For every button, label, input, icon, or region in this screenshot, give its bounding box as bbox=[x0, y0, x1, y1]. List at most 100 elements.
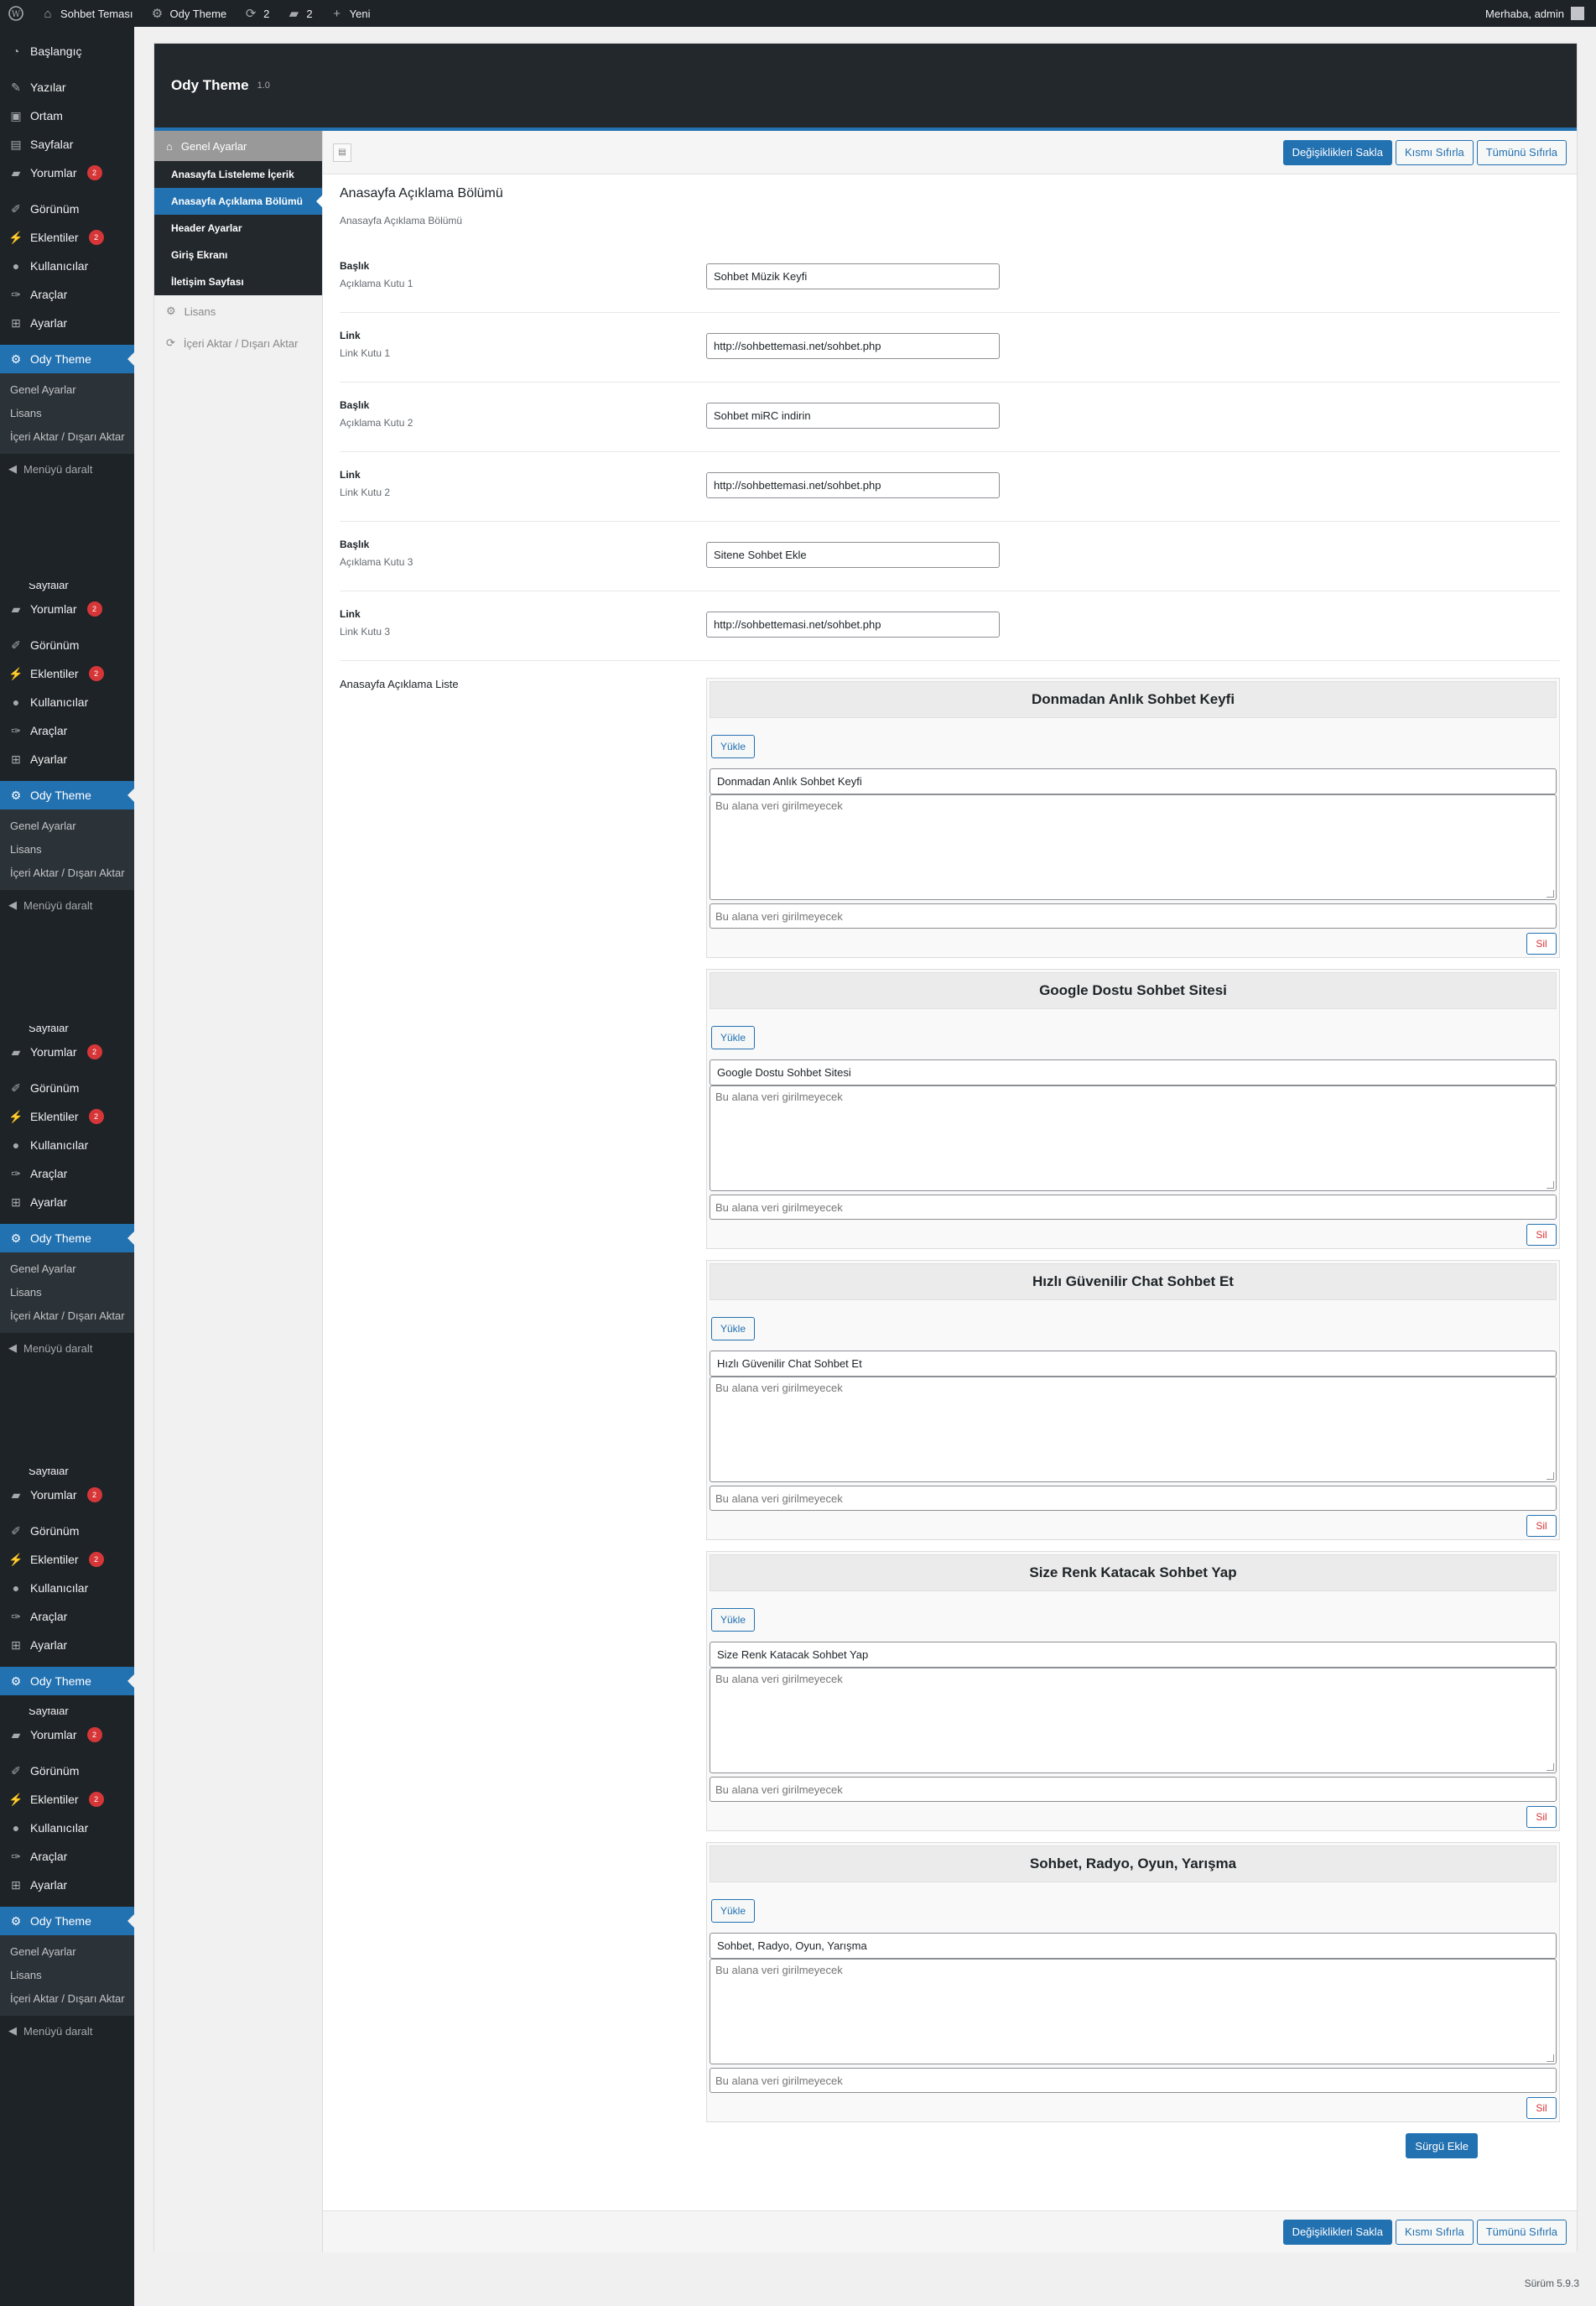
sidebar-item-settings[interactable]: ⊞ Ayarlar bbox=[0, 1871, 134, 1899]
slide-description-textarea[interactable]: Bu alana veri girilmeyecek bbox=[710, 1959, 1557, 2064]
nav-sub-login[interactable]: Giriş Ekranı bbox=[154, 242, 322, 268]
delete-slide-button[interactable]: Sil bbox=[1526, 1806, 1557, 1828]
sidebar-item-media[interactable]: ▣ Ortam bbox=[0, 102, 134, 130]
submenu-license[interactable]: Lisans bbox=[0, 838, 134, 861]
sidebar-item-users[interactable]: ● Kullanıcılar bbox=[0, 688, 134, 716]
sidebar-item-ody-theme[interactable]: ⚙ Ody Theme bbox=[0, 1224, 134, 1252]
slide-link-input[interactable]: Bu alana veri girilmeyecek bbox=[710, 2068, 1557, 2093]
slide-header[interactable]: Hızlı Güvenilir Chat Sohbet Et bbox=[710, 1263, 1557, 1300]
updates-link[interactable]: ⟳ 2 bbox=[235, 0, 278, 27]
sidebar-item-appearance[interactable]: ✐ Görünüm bbox=[0, 1517, 134, 1545]
slide-link-input[interactable]: Bu alana veri girilmeyecek bbox=[710, 1486, 1557, 1511]
reset-section-button[interactable]: Kısmı Sıfırla bbox=[1395, 139, 1474, 165]
sidebar-item-users[interactable]: ● Kullanıcılar bbox=[0, 252, 134, 280]
sidebar-item-tools[interactable]: ✑ Araçlar bbox=[0, 1842, 134, 1871]
nav-import[interactable]: ⟳ İçeri Aktar / Dışarı Aktar bbox=[154, 327, 322, 359]
submenu-general[interactable]: Genel Ayarlar bbox=[0, 1257, 134, 1281]
slide-description-textarea[interactable]: Bu alana veri girilmeyecek bbox=[710, 1377, 1557, 1482]
sidebar-item-settings[interactable]: ⊞ Ayarlar bbox=[0, 1631, 134, 1659]
slide-title-input[interactable]: Size Renk Katacak Sohbet Yap bbox=[710, 1642, 1557, 1668]
nav-sub-description[interactable]: Anasayfa Açıklama Bölümü bbox=[154, 188, 323, 215]
sidebar-item-tools[interactable]: ✑ Araçlar bbox=[0, 280, 134, 309]
slide-header[interactable]: Google Dostu Sohbet Sitesi bbox=[710, 972, 1557, 1009]
sidebar-item-tools[interactable]: ✑ Araçlar bbox=[0, 1159, 134, 1188]
reset-all-button[interactable]: Tümünü Sıfırla bbox=[1476, 139, 1567, 165]
account-menu[interactable]: Merhaba, admin bbox=[1485, 7, 1596, 20]
sidebar-item-tools[interactable]: ✑ Araçlar bbox=[0, 1602, 134, 1631]
delete-slide-button[interactable]: Sil bbox=[1526, 1224, 1557, 1246]
sidebar-item-plugins[interactable]: ⚡ Eklentiler 2 bbox=[0, 223, 134, 252]
collapse-menu-button[interactable]: ◀ Menüyü daralt bbox=[0, 1333, 134, 1363]
sidebar-item-ody-theme[interactable]: ⚙ Ody Theme bbox=[0, 1667, 134, 1695]
slide-link-input[interactable]: Bu alana veri girilmeyecek bbox=[710, 1195, 1557, 1220]
sidebar-item-pages[interactable]: ▤ Sayfalar bbox=[0, 130, 134, 159]
submenu-import[interactable]: İçeri Aktar / Dışarı Aktar bbox=[0, 861, 134, 885]
sidebar-item-users[interactable]: ● Kullanıcılar bbox=[0, 1814, 134, 1842]
sidebar-item-ody-theme[interactable]: ⚙ Ody Theme bbox=[0, 1907, 134, 1935]
sidebar-item-plugins[interactable]: ⚡ Eklentiler 2 bbox=[0, 1102, 134, 1131]
sidebar-item-appearance[interactable]: ✐ Görünüm bbox=[0, 1757, 134, 1785]
delete-slide-button[interactable]: Sil bbox=[1526, 933, 1557, 955]
sidebar-item-comments[interactable]: ▰ Yorumlar 2 bbox=[0, 1481, 134, 1509]
sidebar-item-ody-theme[interactable]: ⚙ Ody Theme bbox=[0, 345, 134, 373]
upload-button[interactable]: Yükle bbox=[711, 1608, 755, 1632]
sidebar-item-plugins[interactable]: ⚡ Eklentiler 2 bbox=[0, 1785, 134, 1814]
sidebar-item-tools[interactable]: ✑ Araçlar bbox=[0, 716, 134, 745]
sidebar-item-plugins[interactable]: ⚡ Eklentiler 2 bbox=[0, 659, 134, 688]
site-name-link[interactable]: ⌂ Sohbet Teması bbox=[32, 0, 141, 27]
wordpress-logo-button[interactable]: W bbox=[0, 0, 32, 27]
upload-button[interactable]: Yükle bbox=[711, 1317, 755, 1340]
sidebar-item-appearance[interactable]: ✐ Görünüm bbox=[0, 195, 134, 223]
slide-header[interactable]: Donmadan Anlık Sohbet Keyfi bbox=[710, 681, 1557, 718]
sidebar-item-users[interactable]: ● Kullanıcılar bbox=[0, 1131, 134, 1159]
save-button[interactable]: Değişiklikleri Sakla bbox=[1282, 2219, 1392, 2245]
collapse-menu-button[interactable]: ◀ Menüyü daralt bbox=[0, 2016, 134, 2046]
collapse-menu-button[interactable]: ◀ Menüyü daralt bbox=[0, 890, 134, 920]
slide-description-textarea[interactable]: Bu alana veri girilmeyecek bbox=[710, 794, 1557, 900]
slide-title-input[interactable]: Sohbet, Radyo, Oyun, Yarışma bbox=[710, 1933, 1557, 1959]
delete-slide-button[interactable]: Sil bbox=[1526, 2097, 1557, 2119]
title-input-3[interactable]: Sitene Sohbet Ekle bbox=[706, 542, 1000, 568]
sidebar-item-ody-theme[interactable]: ⚙ Ody Theme bbox=[0, 781, 134, 809]
sidebar-item-posts[interactable]: ✎ Yazılar bbox=[0, 73, 134, 102]
slide-header[interactable]: Size Renk Katacak Sohbet Yap bbox=[710, 1554, 1557, 1591]
slide-link-input[interactable]: Bu alana veri girilmeyecek bbox=[710, 1777, 1557, 1802]
slide-header[interactable]: Sohbet, Radyo, Oyun, Yarışma bbox=[710, 1845, 1557, 1882]
slide-title-input[interactable]: Google Dostu Sohbet Sitesi bbox=[710, 1059, 1557, 1085]
nav-sub-header[interactable]: Header Ayarlar bbox=[154, 215, 322, 242]
slide-description-textarea[interactable]: Bu alana veri girilmeyecek bbox=[710, 1085, 1557, 1191]
collapse-menu-button[interactable]: ◀ Menüyü daralt bbox=[0, 454, 134, 484]
slide-link-input[interactable]: Bu alana veri girilmeyecek bbox=[710, 903, 1557, 929]
submenu-import[interactable]: İçeri Aktar / Dışarı Aktar bbox=[0, 1304, 134, 1328]
submenu-import[interactable]: İçeri Aktar / Dışarı Aktar bbox=[0, 1987, 134, 2011]
link-input-2[interactable]: http://sohbettemasi.net/sohbet.php bbox=[706, 472, 1000, 498]
submenu-import[interactable]: İçeri Aktar / Dışarı Aktar bbox=[0, 425, 134, 449]
slide-description-textarea[interactable]: Bu alana veri girilmeyecek bbox=[710, 1668, 1557, 1773]
sidebar-item-settings[interactable]: ⊞ Ayarlar bbox=[0, 1188, 134, 1216]
sidebar-item-comments[interactable]: ▰ Yorumlar 2 bbox=[0, 595, 134, 623]
sidebar-item-comments[interactable]: ▰ Yorumlar 2 bbox=[0, 1038, 134, 1066]
sidebar-item-comments[interactable]: ▰ Yorumlar 2 bbox=[0, 159, 134, 187]
link-input-3[interactable]: http://sohbettemasi.net/sohbet.php bbox=[706, 612, 1000, 638]
slide-title-input[interactable]: Hızlı Güvenilir Chat Sohbet Et bbox=[710, 1351, 1557, 1377]
nav-general[interactable]: ⌂ Genel Ayarlar bbox=[154, 131, 322, 161]
submenu-license[interactable]: Lisans bbox=[0, 1964, 134, 1987]
nav-sub-contact[interactable]: İletişim Sayfası bbox=[154, 268, 322, 295]
slide-title-input[interactable]: Donmadan Anlık Sohbet Keyfi bbox=[710, 768, 1557, 794]
new-content-link[interactable]: + Yeni bbox=[321, 0, 379, 27]
comments-link[interactable]: ▰ 2 bbox=[278, 0, 320, 27]
sidebar-item-users[interactable]: ● Kullanıcılar bbox=[0, 1574, 134, 1602]
sidebar-item-appearance[interactable]: ✐ Görünüm bbox=[0, 1074, 134, 1102]
sidebar-item-settings[interactable]: ⊞ Ayarlar bbox=[0, 745, 134, 773]
nav-license[interactable]: ⚙ Lisans bbox=[154, 295, 322, 327]
sidebar-item-settings[interactable]: ⊞ Ayarlar bbox=[0, 309, 134, 337]
link-input-1[interactable]: http://sohbettemasi.net/sohbet.php bbox=[706, 333, 1000, 359]
expand-toggle-button[interactable]: ▤ bbox=[333, 143, 351, 162]
submenu-general[interactable]: Genel Ayarlar bbox=[0, 1940, 134, 1964]
upload-button[interactable]: Yükle bbox=[711, 1026, 755, 1049]
sidebar-item-comments[interactable]: ▰ Yorumlar 2 bbox=[0, 1720, 134, 1749]
upload-button[interactable]: Yükle bbox=[711, 1899, 755, 1923]
reset-section-button[interactable]: Kısmı Sıfırla bbox=[1395, 2219, 1474, 2245]
submenu-general[interactable]: Genel Ayarlar bbox=[0, 815, 134, 838]
title-input-1[interactable]: Sohbet Müzik Keyfi bbox=[706, 263, 1000, 289]
